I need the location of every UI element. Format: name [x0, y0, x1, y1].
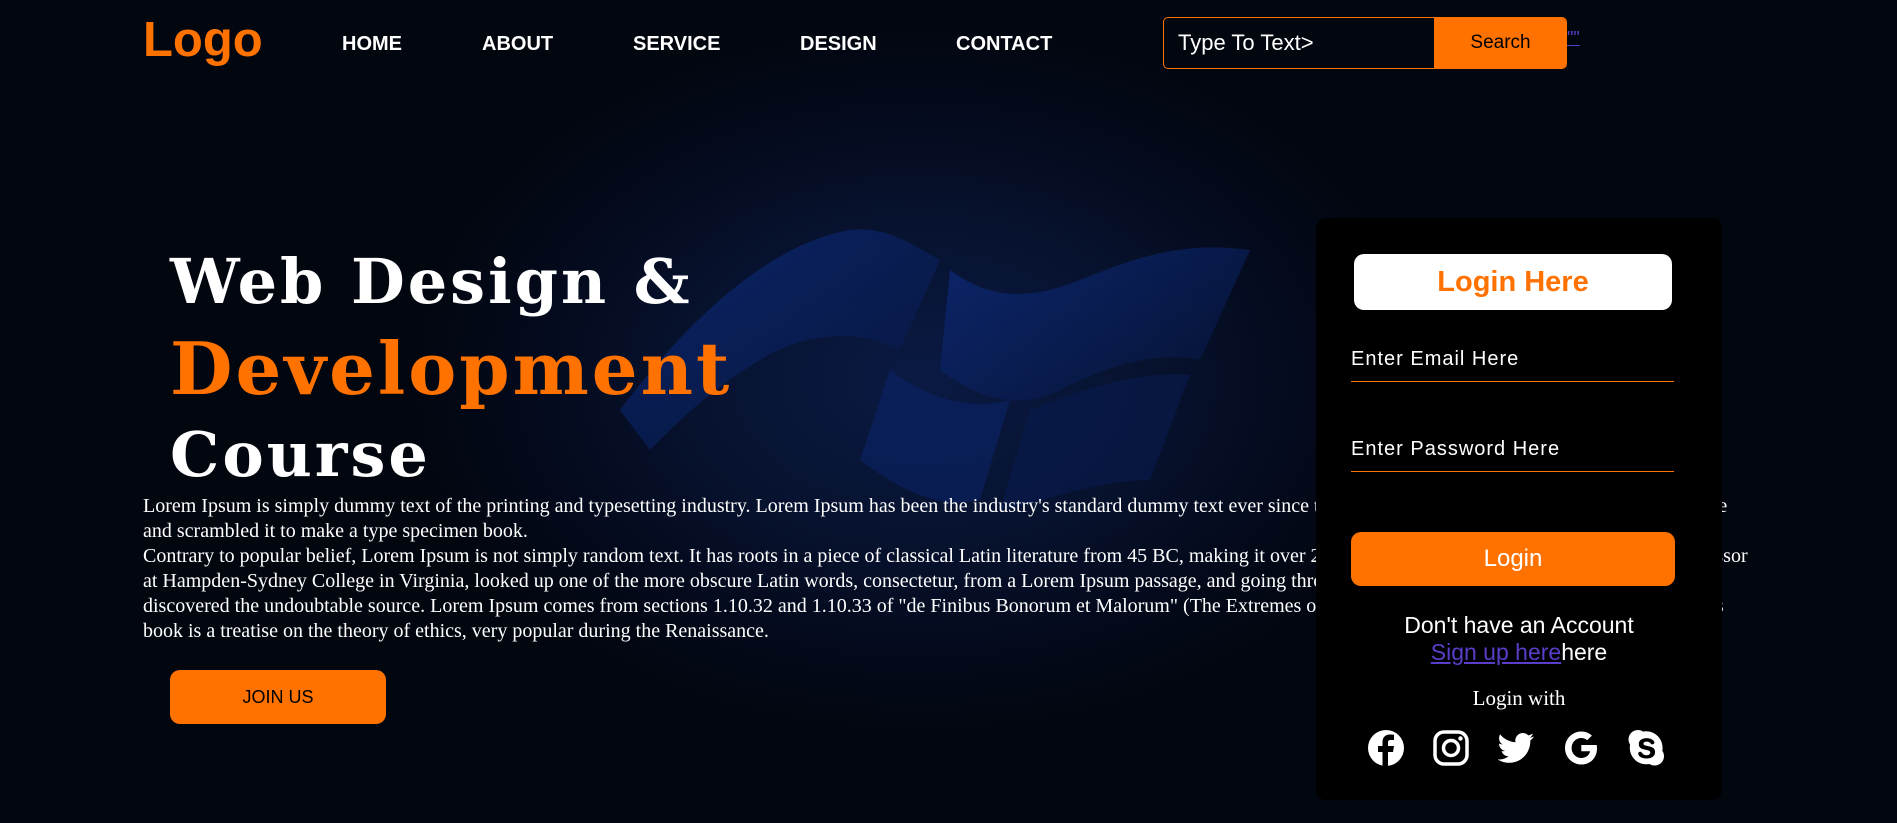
join-us-button[interactable]: JOIN US — [170, 670, 386, 724]
social-login-icons — [1366, 728, 1686, 770]
twitter-icon[interactable] — [1496, 728, 1536, 768]
hero-title-line1: Web Design & — [170, 245, 693, 318]
login-title: Login Here — [1354, 254, 1672, 310]
stray-link[interactable]: "" — [1567, 28, 1580, 49]
search-button[interactable]: Search — [1434, 18, 1566, 68]
login-with-label: Login with — [1472, 686, 1566, 710]
signup-link[interactable]: Sign up here — [1431, 639, 1561, 665]
nav-home[interactable]: HOME — [342, 33, 402, 56]
hero-title-line2: Development — [170, 326, 733, 411]
hero-title-line3: Course — [170, 418, 431, 491]
signup-suffix: here — [1561, 639, 1608, 665]
facebook-icon[interactable] — [1366, 728, 1406, 768]
login-card: Login Here Login Don't have an Account S… — [1316, 218, 1722, 800]
instagram-icon[interactable] — [1431, 728, 1471, 768]
no-account-label: Don't have an Account — [1404, 612, 1634, 638]
nav-service[interactable]: SERVICE — [633, 33, 720, 56]
no-account-text: Don't have an Account Sign up herehere — [1316, 612, 1722, 666]
email-field[interactable] — [1351, 337, 1674, 382]
google-icon[interactable] — [1561, 728, 1601, 768]
password-field[interactable] — [1351, 427, 1674, 472]
skype-icon[interactable] — [1626, 728, 1666, 768]
site-logo[interactable]: Logo — [143, 12, 263, 68]
search-input[interactable] — [1164, 18, 1434, 68]
login-button[interactable]: Login — [1351, 532, 1675, 586]
nav-about[interactable]: ABOUT — [482, 33, 553, 56]
search-box: Search — [1163, 17, 1567, 69]
nav-design[interactable]: DESIGN — [800, 33, 877, 56]
nav-contact[interactable]: CONTACT — [956, 33, 1052, 56]
